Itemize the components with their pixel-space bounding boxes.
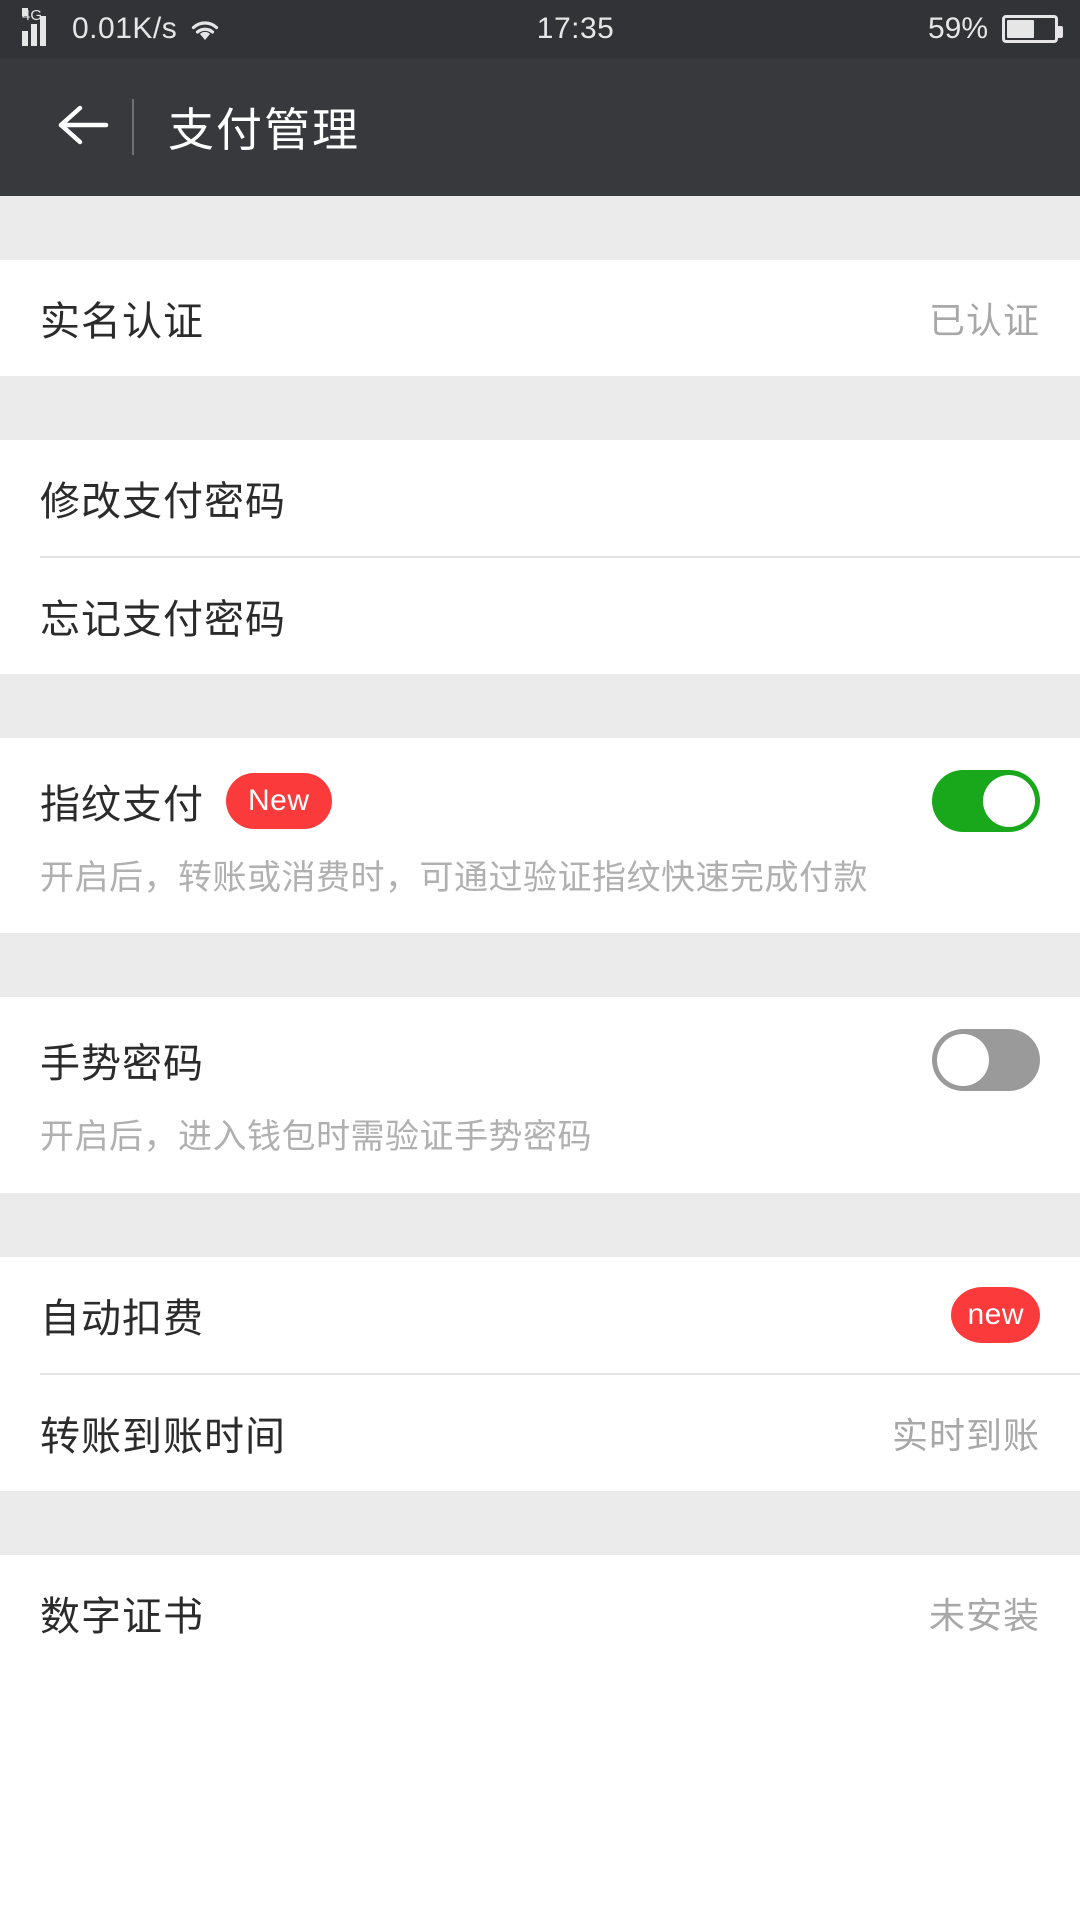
toggle-knob [983, 775, 1035, 827]
app-header: 支付管理 [0, 58, 1080, 196]
signal-bars-icon: 4G [22, 8, 62, 46]
row-label: 指纹支付 New [40, 772, 332, 830]
gesture-toggle[interactable] [932, 1029, 1040, 1092]
section-gap [0, 196, 1080, 260]
fingerprint-description: 开启后，转账或消费时，可通过验证指纹快速完成付款 [40, 859, 868, 897]
section-fingerprint: 指纹支付 New 开启后，转账或消费时，可通过验证指纹快速完成付款 [0, 738, 1080, 934]
row-value: 未安装 [928, 1594, 1040, 1636]
section-billing: 自动扣费 new 转账到账时间 实时到账 [0, 1256, 1080, 1491]
fingerprint-toggle[interactable] [932, 770, 1040, 832]
battery-percent-label: 59% [927, 12, 988, 45]
page-title: 支付管理 [168, 104, 360, 156]
row-label: 自动扣费 [40, 1296, 204, 1341]
section-password: 修改支付密码 忘记支付密码 [0, 440, 1080, 674]
status-bar-center: 17:35 [223, 12, 928, 46]
row-label: 修改支付密码 [40, 480, 286, 524]
section-gap [0, 674, 1080, 738]
row-label: 实名认证 [40, 300, 204, 344]
section-gap [0, 1192, 1080, 1257]
back-button[interactable] [40, 84, 126, 170]
new-badge: New [226, 773, 332, 829]
list-item[interactable]: 转账到账时间 实时到账 [0, 1374, 1080, 1491]
clock-label: 17:35 [536, 12, 615, 45]
section-gap [0, 933, 1080, 998]
row-value: 已认证 [928, 300, 1040, 341]
status-bar-right: 59% [927, 12, 1063, 46]
new-badge: new [951, 1286, 1040, 1343]
list-item[interactable]: 自动扣费 new [0, 1256, 1080, 1373]
row-value: 实时到账 [891, 1414, 1040, 1456]
row-label: 忘记支付密码 [40, 598, 286, 642]
status-bar-left: 4G 0.01K/s [22, 8, 223, 46]
section-identity: 实名认证 已认证 [0, 260, 1080, 376]
list-item[interactable]: 数字证书 未安装 [0, 1554, 1080, 1671]
row-label: 数字证书 [40, 1594, 204, 1639]
list-item[interactable]: 实名认证 已认证 [0, 260, 1080, 376]
section-gap [0, 1490, 1080, 1555]
fingerprint-label-text: 指纹支付 [40, 783, 204, 827]
battery-icon [1002, 15, 1063, 43]
fingerprint-row[interactable]: 指纹支付 New [40, 738, 1040, 854]
gesture-row[interactable]: 手势密码 [40, 997, 1040, 1113]
row-label: 转账到账时间 [40, 1414, 286, 1459]
back-arrow-icon [54, 102, 112, 153]
header-divider [132, 99, 134, 155]
section-gesture: 手势密码 开启后，进入钱包时需验证手势密码 [0, 997, 1080, 1193]
settings-list: 实名认证 已认证 修改支付密码 忘记支付密码 指纹支付 New 开启后，转账或消… [0, 196, 1080, 1671]
section-certificate: 数字证书 未安装 [0, 1554, 1080, 1671]
toggle-knob [937, 1034, 989, 1087]
row-label: 手势密码 [40, 1042, 204, 1087]
wifi-icon [187, 14, 223, 44]
network-speed-label: 0.01K/s [72, 12, 178, 45]
gesture-description: 开启后，进入钱包时需验证手势密码 [40, 1118, 592, 1157]
status-bar: 4G 0.01K/s 17:35 59% [0, 0, 1080, 58]
section-gap [0, 376, 1080, 440]
list-item[interactable]: 修改支付密码 [0, 440, 1080, 556]
list-item[interactable]: 忘记支付密码 [0, 558, 1080, 674]
network-type-label: 4G [22, 7, 43, 24]
